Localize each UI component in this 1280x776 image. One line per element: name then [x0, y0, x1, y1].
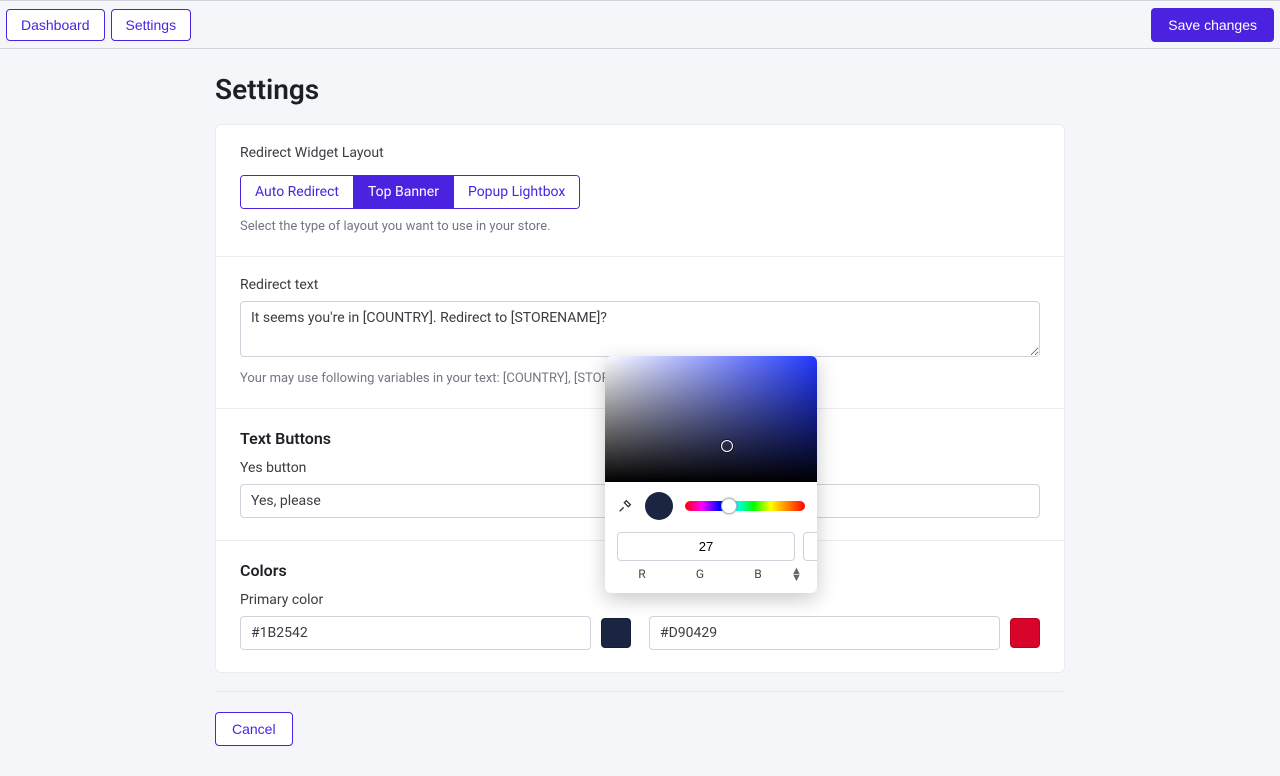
eyedropper-icon[interactable] [617, 498, 633, 514]
page-footer: Cancel [215, 691, 1065, 776]
primary-color-input[interactable] [240, 616, 591, 650]
secondary-color-swatch[interactable] [1010, 618, 1040, 648]
rgb-label-g: G [675, 567, 725, 581]
color-mode-toggle-icon[interactable]: ▲▼ [791, 567, 805, 581]
layout-option-top-banner[interactable]: Top Banner [353, 176, 453, 208]
nav-settings-button[interactable]: Settings [111, 9, 192, 41]
redirect-text-input[interactable]: It seems you're in [COUNTRY]. Redirect t… [240, 301, 1040, 357]
color-picker-cursor[interactable] [721, 440, 733, 452]
secondary-color-label [649, 592, 1040, 608]
layout-option-auto-redirect[interactable]: Auto Redirect [241, 176, 353, 208]
rgb-r-input[interactable] [617, 532, 795, 561]
rgb-label-r: R [617, 567, 667, 581]
primary-color-swatch[interactable] [601, 618, 631, 648]
section-layout: Redirect Widget Layout Auto Redirect Top… [216, 125, 1064, 257]
nav-dashboard-button[interactable]: Dashboard [6, 9, 105, 41]
rgb-label-b: B [733, 567, 783, 581]
color-picker-popover: R G B ▲▼ [605, 356, 817, 593]
hue-slider[interactable] [685, 501, 805, 511]
current-color-sample [645, 492, 673, 520]
primary-color-label: Primary color [240, 592, 631, 608]
cancel-button[interactable]: Cancel [215, 712, 293, 746]
layout-hint: Select the type of layout you want to us… [240, 219, 1040, 234]
color-picker-saturation-area[interactable] [605, 356, 817, 482]
rgb-g-input[interactable] [803, 532, 817, 561]
topbar: Dashboard Settings Save changes [0, 0, 1280, 49]
layout-section-title: Redirect Widget Layout [240, 145, 1040, 161]
save-changes-button[interactable]: Save changes [1151, 8, 1274, 42]
layout-option-popup-lightbox[interactable]: Popup Lightbox [453, 176, 579, 208]
page-title: Settings [215, 73, 1065, 106]
layout-segmented-control: Auto Redirect Top Banner Popup Lightbox [240, 175, 580, 209]
hue-slider-thumb[interactable] [721, 498, 737, 514]
redirect-text-label: Redirect text [240, 277, 1040, 293]
secondary-color-input[interactable] [649, 616, 1000, 650]
